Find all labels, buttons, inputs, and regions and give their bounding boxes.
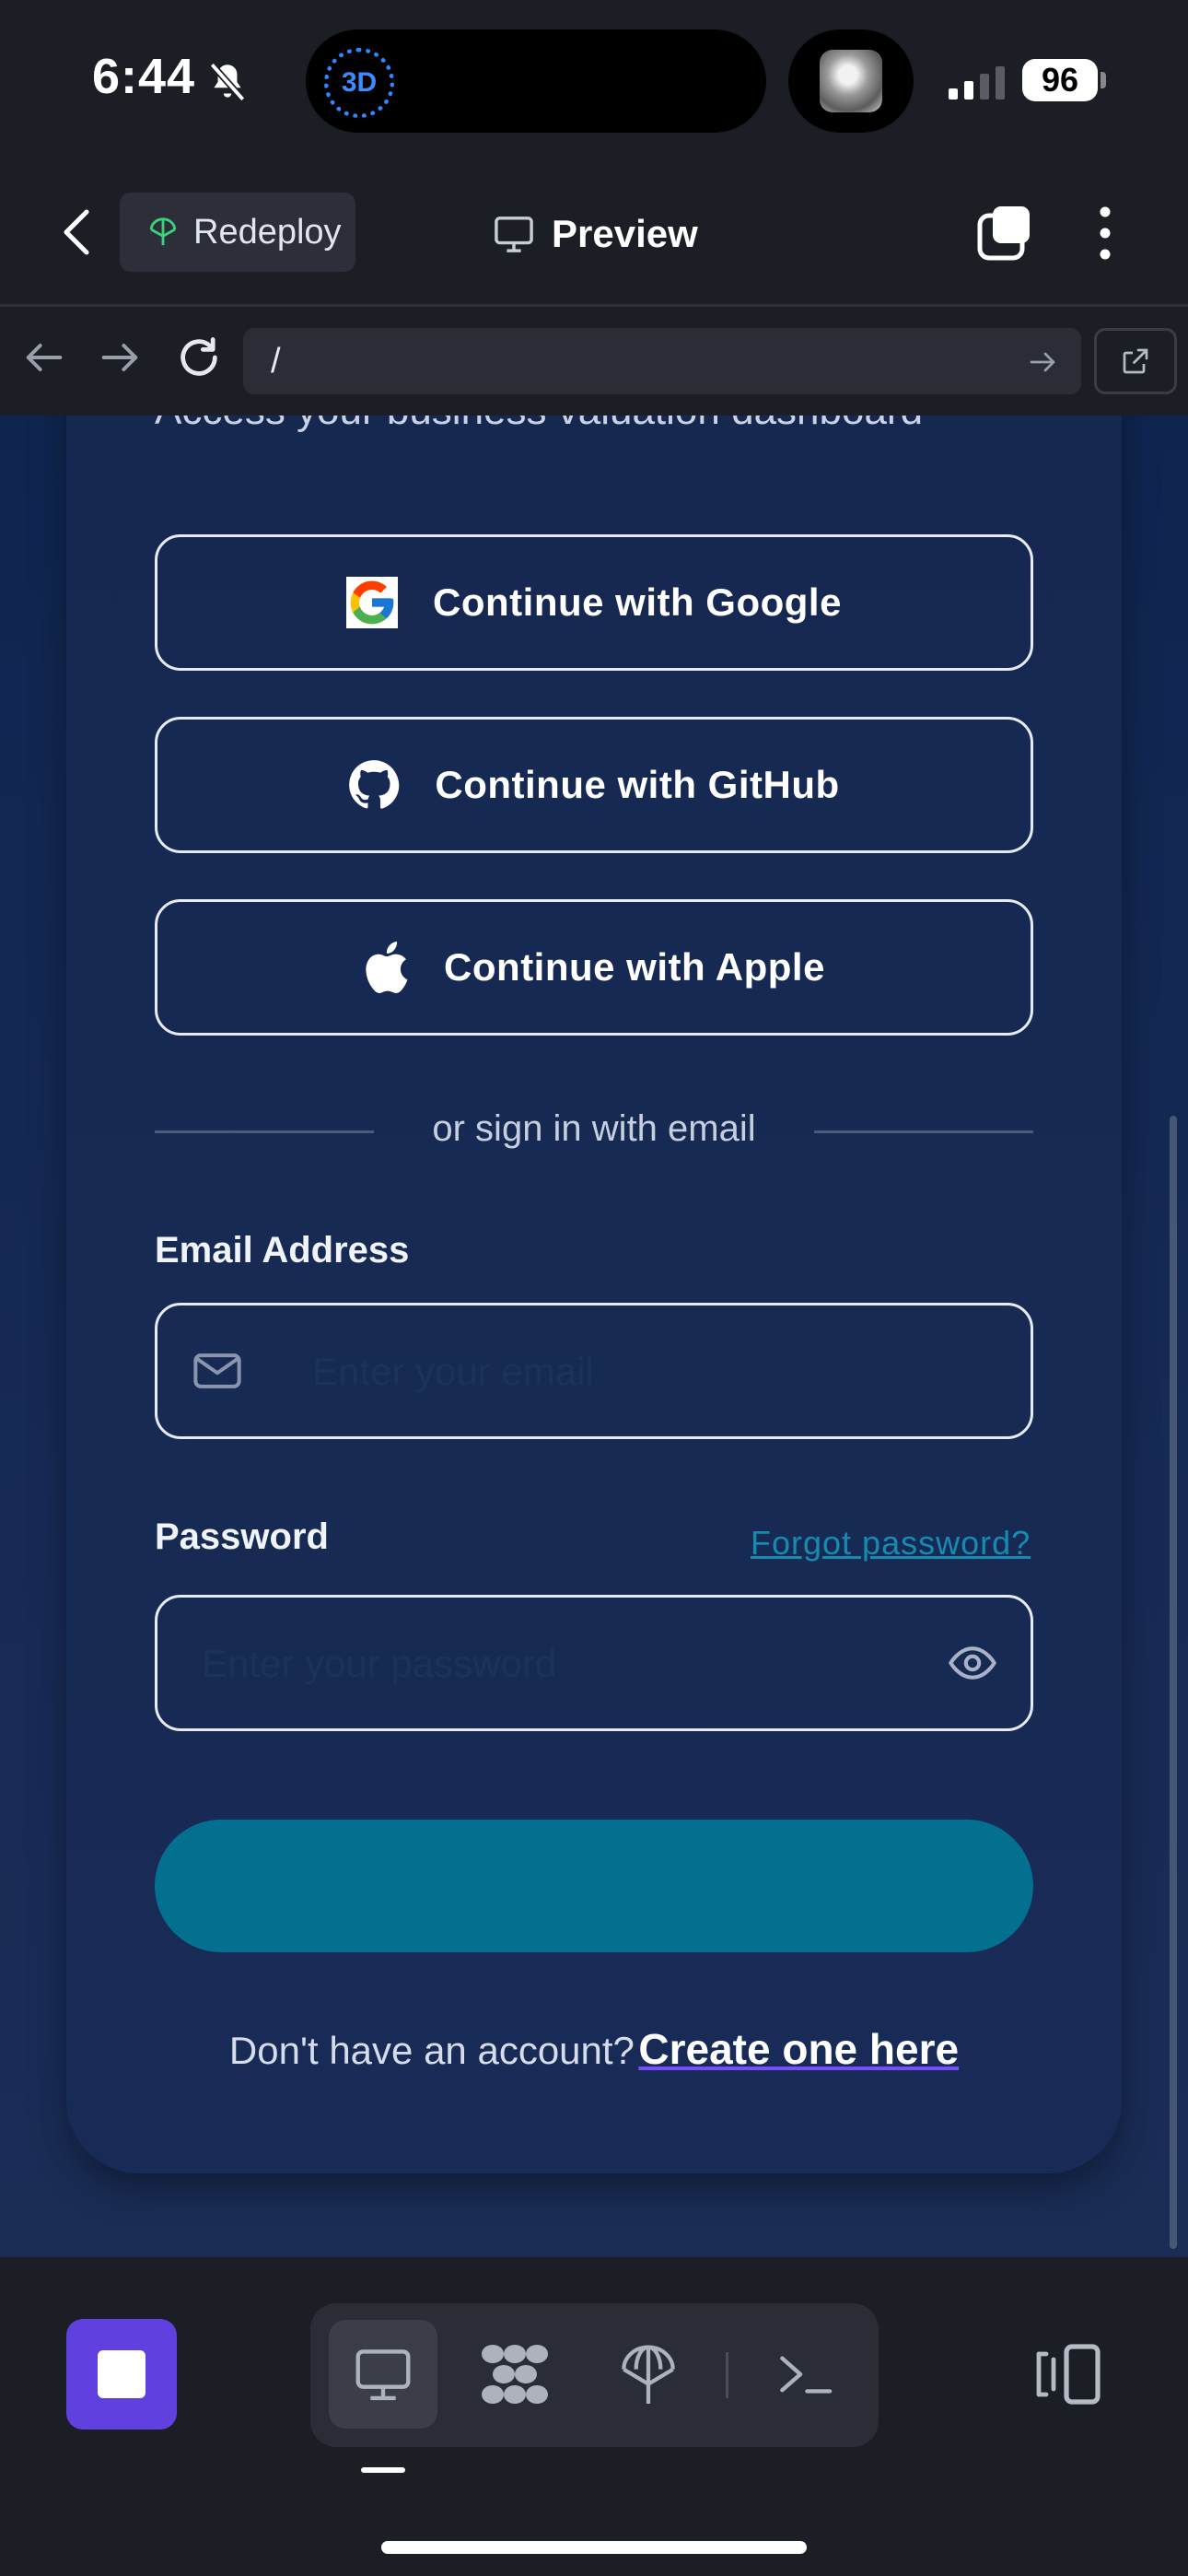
open-external-icon	[1123, 348, 1148, 374]
google-signin-label: Continue with Google	[433, 580, 842, 624]
back-chevron-icon[interactable]	[55, 205, 101, 260]
home-indicator	[381, 2541, 807, 2554]
island-3d-badge: 3D	[324, 48, 394, 118]
forgot-password-link[interactable]: Forgot password?	[751, 1524, 1031, 1563]
active-tab-indicator	[361, 2467, 405, 2473]
tabs-icon[interactable]	[976, 205, 1033, 262]
github-icon	[349, 760, 400, 809]
page-scrollbar[interactable]	[1170, 1116, 1177, 2249]
battery-icon: 96	[1022, 59, 1098, 101]
stop-icon	[98, 2350, 146, 2398]
terminal-icon	[780, 2356, 833, 2394]
go-arrow-icon[interactable]	[1026, 345, 1059, 379]
signup-question: Don't have an account?	[228, 2029, 635, 2072]
email-field[interactable]: Enter your email	[155, 1303, 1033, 1439]
grid-icon	[482, 2345, 548, 2404]
preview-title: Preview	[493, 205, 698, 263]
live-activity-thumbnail	[820, 50, 882, 112]
sign-in-submit-button[interactable]	[155, 1820, 1033, 1952]
deploy-icon	[622, 2345, 675, 2404]
divider-right	[814, 1130, 1033, 1133]
arrow-right-icon[interactable]	[96, 334, 144, 381]
bell-slash-icon	[209, 62, 246, 102]
email-label: Email Address	[155, 1230, 410, 1270]
open-external-button[interactable]	[1094, 328, 1177, 394]
signup-prompt: Don't have an account? Create one here	[0, 2024, 1188, 2074]
layout-switch-icon[interactable]	[1030, 2342, 1103, 2406]
password-field[interactable]: Enter your password	[155, 1595, 1033, 1731]
deploy-button[interactable]	[594, 2320, 703, 2429]
desktop-view-button[interactable]	[329, 2320, 437, 2429]
redeploy-icon	[149, 217, 177, 246]
monitor-icon	[495, 217, 533, 252]
reload-icon[interactable]	[175, 334, 223, 381]
arrow-left-icon[interactable]	[20, 334, 68, 381]
google-icon	[346, 577, 399, 628]
apple-icon	[366, 942, 408, 993]
eye-icon[interactable]	[948, 1641, 997, 1685]
google-signin-button[interactable]: Continue with Google	[155, 534, 1033, 671]
desktop-icon	[355, 2349, 411, 2401]
status-time: 6:44	[92, 49, 196, 104]
apple-signin-label: Continue with Apple	[444, 945, 825, 989]
tool-separator	[726, 2352, 728, 2398]
password-label: Password	[155, 1516, 329, 1557]
password-placeholder: Enter your password	[202, 1642, 557, 1685]
more-vertical-icon[interactable]	[1091, 205, 1119, 262]
divider-text: or sign in with email	[432, 1108, 756, 1149]
mail-icon	[193, 1353, 241, 1388]
battery-tip	[1101, 72, 1106, 88]
web-content: Access your business valuation dashboard…	[0, 416, 1188, 2257]
redeploy-label: Redeploy	[193, 212, 342, 252]
redeploy-button[interactable]: Redeploy	[120, 193, 355, 272]
signal-icon	[949, 66, 1005, 100]
terminal-button[interactable]	[751, 2320, 859, 2429]
email-placeholder: Enter your email	[312, 1350, 594, 1393]
stop-button[interactable]	[66, 2319, 177, 2430]
card-subtitle: Access your business valuation dashboard	[155, 416, 923, 434]
github-signin-button[interactable]: Continue with GitHub	[155, 717, 1033, 853]
preview-label: Preview	[552, 212, 698, 255]
github-signin-label: Continue with GitHub	[435, 763, 840, 806]
integrations-button[interactable]	[460, 2320, 569, 2429]
url-input[interactable]: /	[243, 328, 1081, 394]
create-account-link[interactable]: Create one here	[638, 2025, 959, 2073]
apple-signin-button[interactable]: Continue with Apple	[155, 899, 1033, 1036]
